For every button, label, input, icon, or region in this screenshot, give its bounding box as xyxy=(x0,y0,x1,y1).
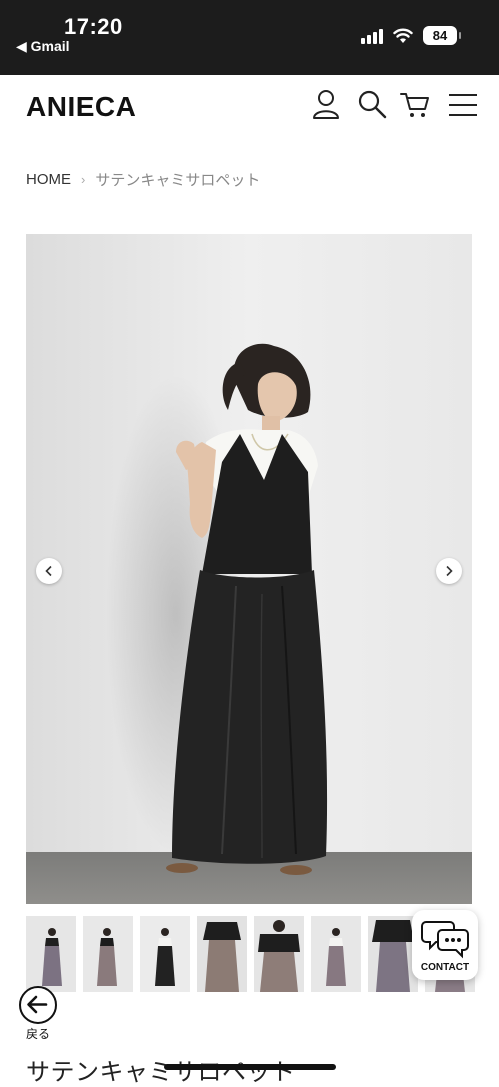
thumbnail[interactable] xyxy=(83,916,133,992)
thumbnail[interactable] xyxy=(140,916,190,992)
wifi-icon xyxy=(393,28,413,43)
back-button[interactable] xyxy=(19,986,57,1024)
status-bar: 17:20 ◀ Gmail 84 xyxy=(0,0,499,75)
thumbnail[interactable] xyxy=(26,916,76,992)
thumbnail[interactable] xyxy=(368,916,418,992)
thumbnail[interactable] xyxy=(254,916,304,992)
back-label[interactable]: 戻る xyxy=(26,1025,50,1042)
battery-icon: 84 xyxy=(423,26,461,45)
battery-level: 84 xyxy=(432,28,448,43)
breadcrumb-current: サテンキャミサロペット xyxy=(95,172,261,189)
signal-icon xyxy=(361,28,383,44)
gallery-next-button[interactable] xyxy=(436,558,462,584)
breadcrumb-separator: › xyxy=(81,172,86,187)
search-icon[interactable] xyxy=(355,87,389,121)
site-header: ANIECA xyxy=(0,75,499,145)
thumbnail[interactable] xyxy=(197,916,247,992)
contact-label: CONTACT xyxy=(420,962,470,973)
gallery-prev-button[interactable] xyxy=(36,558,62,584)
chat-bubbles-icon xyxy=(421,921,469,959)
status-icons: 84 xyxy=(361,26,461,45)
arrow-left-circle-icon xyxy=(27,995,48,1014)
home-indicator[interactable] xyxy=(164,1064,336,1070)
back-to-app-link[interactable]: ◀ Gmail xyxy=(16,38,70,55)
account-icon[interactable] xyxy=(309,87,343,121)
product-main-image[interactable] xyxy=(26,234,472,904)
chevron-right-icon xyxy=(446,565,453,577)
contact-button[interactable]: CONTACT xyxy=(412,910,478,980)
breadcrumb: HOME › サテンキャミサロペット xyxy=(26,169,260,190)
thumbnail[interactable] xyxy=(311,916,361,992)
model-photo xyxy=(26,234,472,904)
thumbnail-strip xyxy=(26,916,475,992)
site-logo[interactable]: ANIECA xyxy=(26,91,136,123)
status-time: 17:20 xyxy=(64,14,123,39)
cart-icon[interactable] xyxy=(398,87,432,121)
chevron-left-icon xyxy=(45,565,52,577)
menu-icon[interactable] xyxy=(446,87,480,121)
breadcrumb-home-link[interactable]: HOME xyxy=(26,171,71,188)
